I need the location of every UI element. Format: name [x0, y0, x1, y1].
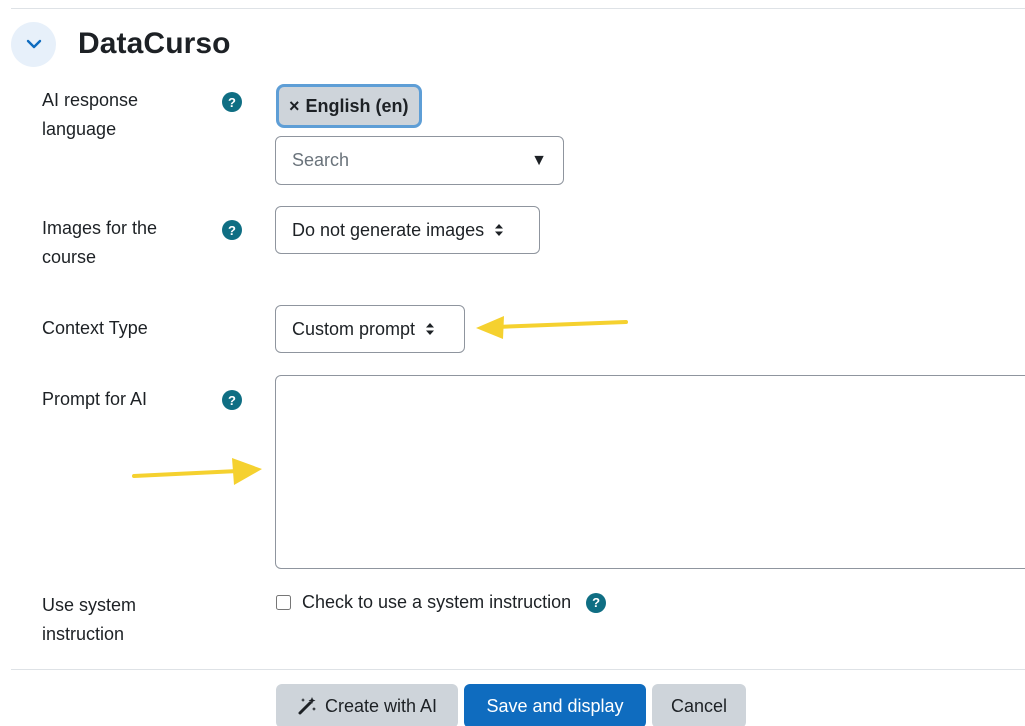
caret-down-icon[interactable]: ▼ [531, 152, 547, 170]
images-select[interactable]: Do not generate images [275, 206, 540, 254]
section-collapse-button[interactable] [11, 21, 56, 67]
sort-arrows-icon [426, 323, 435, 335]
create-with-ai-label: Create with AI [324, 695, 438, 716]
prompt-help-icon[interactable]: ? [222, 390, 242, 410]
context-type-label: Context Type [42, 318, 148, 338]
context-type-value: Custom prompt [292, 318, 416, 339]
bottom-divider [11, 669, 1025, 670]
section-title: DataCurso [78, 27, 231, 60]
annotation-arrow-right-icon [132, 458, 262, 485]
selected-language-chip[interactable]: × English (en) [276, 84, 422, 128]
chevron-down-icon [26, 39, 41, 49]
language-help-icon[interactable]: ? [222, 92, 242, 112]
form-page: DataCurso AI response language ? × Engli… [0, 0, 1025, 726]
sort-arrows-icon [495, 224, 504, 236]
images-select-value: Do not generate images [292, 219, 485, 240]
system-instruction-label: Use system instruction [42, 595, 137, 644]
magic-wand-icon [297, 696, 317, 716]
remove-chip-icon[interactable]: × [289, 96, 300, 117]
annotation-arrow-left-icon [476, 316, 628, 339]
save-and-display-button[interactable]: Save and display [464, 684, 646, 726]
cancel-button[interactable]: Cancel [652, 684, 746, 726]
system-instruction-checkbox[interactable] [276, 595, 291, 610]
prompt-label: Prompt for AI [42, 389, 148, 409]
top-divider [11, 8, 1025, 9]
prompt-textarea[interactable] [275, 375, 1025, 569]
create-with-ai-button[interactable]: Create with AI [276, 684, 458, 726]
language-search-input[interactable] [292, 150, 492, 171]
context-type-select[interactable]: Custom prompt [275, 305, 465, 353]
system-instruction-checkbox-label[interactable]: Check to use a system instruction [302, 592, 571, 613]
chip-label: English (en) [305, 95, 409, 116]
images-help-icon[interactable]: ? [222, 220, 242, 240]
language-label: AI response language [42, 90, 139, 139]
language-search-field[interactable]: ▼ [275, 136, 564, 185]
system-instruction-help-icon[interactable]: ? [586, 592, 607, 613]
images-label: Images for the course [42, 218, 158, 267]
section-header: DataCurso [11, 21, 231, 67]
system-instruction-row: Check to use a system instruction ? [276, 592, 607, 613]
